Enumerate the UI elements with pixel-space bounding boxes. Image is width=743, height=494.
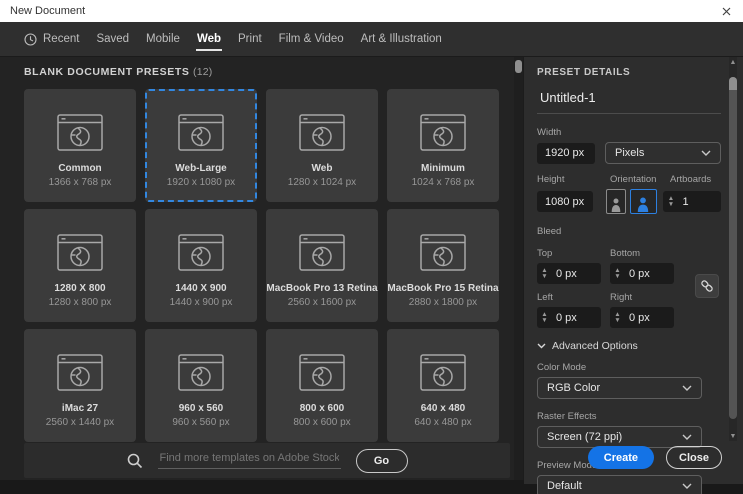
- preset-card-macbook-pro-13-retina[interactable]: MacBook Pro 13 Retina 2560 x 1600 px: [266, 209, 378, 322]
- tab-saved[interactable]: Saved: [96, 22, 129, 56]
- bleed-label: Bleed: [537, 226, 562, 237]
- bleed-top-stepper[interactable]: ▲ ▼ 0 px: [537, 263, 601, 284]
- left-scrollbar-thumb[interactable]: [515, 60, 522, 73]
- scroll-up-icon[interactable]: ▲: [729, 59, 737, 66]
- left-scrollbar[interactable]: [514, 57, 523, 480]
- preset-card-minimum[interactable]: Minimum 1024 x 768 px: [387, 89, 499, 202]
- scroll-down-icon[interactable]: ▼: [729, 433, 737, 440]
- chevron-down-icon: [537, 343, 546, 349]
- link-icon: [701, 280, 713, 292]
- preset-card-imac-27[interactable]: iMac 27 2560 x 1440 px: [24, 329, 136, 442]
- close-icon[interactable]: [719, 4, 733, 18]
- units-dropdown[interactable]: Pixels: [605, 142, 721, 164]
- chevron-down-icon: [682, 434, 692, 440]
- tab-web[interactable]: Web: [197, 22, 221, 56]
- preset-card-web[interactable]: Web 1280 x 1024 px: [266, 89, 378, 202]
- width-input[interactable]: 1920 px: [537, 142, 595, 164]
- tab-recent[interactable]: Recent: [24, 22, 79, 56]
- stepper-arrows[interactable]: ▲ ▼: [537, 267, 552, 280]
- preset-card-web-large[interactable]: Web-Large 1920 x 1080 px: [145, 89, 257, 202]
- tab-film-video[interactable]: Film & Video: [279, 22, 344, 56]
- preset-card-960-x-560[interactable]: 960 x 560 960 x 560 px: [145, 329, 257, 442]
- new-document-dialog: New Document Recent Saved Mobile Web Pri…: [0, 0, 743, 494]
- preset-card-1280-x-800[interactable]: 1280 X 800 1280 x 800 px: [24, 209, 136, 322]
- bleed-top-label: Top: [537, 248, 553, 259]
- raster-effects-label: Raster Effects: [537, 411, 597, 422]
- preset-card-macbook-pro-15-retina[interactable]: MacBook Pro 15 Retina 2880 x 1800 px: [387, 209, 499, 322]
- raster-effects-dropdown[interactable]: Screen (72 ppi): [537, 426, 702, 448]
- browser-globe-icon: [57, 234, 103, 271]
- tab-mobile[interactable]: Mobile: [146, 22, 180, 56]
- clock-icon: [24, 32, 37, 46]
- browser-globe-icon: [178, 114, 224, 151]
- title-bar: New Document: [0, 0, 743, 22]
- chevron-down-icon: [701, 150, 711, 156]
- browser-globe-icon: [299, 114, 345, 151]
- browser-globe-icon: [299, 234, 345, 271]
- panel-scrollbar[interactable]: ▲ ▼: [729, 57, 737, 441]
- bleed-right-stepper[interactable]: ▲ ▼ 0 px: [610, 307, 674, 328]
- preset-grid: Common 1366 x 768 px Web-Large 1920 x 10…: [24, 89, 514, 442]
- preview-mode-dropdown[interactable]: Default: [537, 475, 702, 494]
- browser-globe-icon: [57, 354, 103, 391]
- tab-art-illustration[interactable]: Art & Illustration: [361, 22, 442, 56]
- height-label: Height: [537, 174, 565, 185]
- preset-card-640-x-480[interactable]: 640 x 480 640 x 480 px: [387, 329, 499, 442]
- bleed-bottom-stepper[interactable]: ▲ ▼ 0 px: [610, 263, 674, 284]
- stepper-arrows[interactable]: ▲ ▼: [537, 311, 552, 324]
- stepper-arrows[interactable]: ▲ ▼: [610, 267, 625, 280]
- color-mode-dropdown[interactable]: RGB Color: [537, 377, 702, 399]
- panel-heading: PRESET DETAILS: [537, 67, 631, 78]
- category-tabbar: Recent Saved Mobile Web Print Film & Vid…: [0, 22, 743, 57]
- panel-scrollbar-thumb[interactable]: [729, 77, 737, 419]
- advanced-options-toggle[interactable]: Advanced Options: [537, 340, 721, 352]
- presets-heading: BLANK DOCUMENT PRESETS (12): [24, 66, 213, 78]
- presets-area: BLANK DOCUMENT PRESETS (12) Common 1366 …: [0, 57, 514, 480]
- preset-card-800-x-600[interactable]: 800 x 600 800 x 600 px: [266, 329, 378, 442]
- document-name-field[interactable]: Untitled-1: [537, 88, 721, 114]
- chevron-down-icon: [682, 483, 692, 489]
- stepper-arrows[interactable]: ▲ ▼: [663, 195, 678, 208]
- bleed-section: Top ▲ ▼ 0 px Left ▲ ▼ 0 px Bottom ▲ ▼ 0 …: [537, 240, 721, 328]
- portrait-icon[interactable]: [605, 189, 626, 214]
- preset-card-1440-x-900[interactable]: 1440 X 900 1440 x 900 px: [145, 209, 257, 322]
- bleed-bottom-label: Bottom: [610, 248, 641, 259]
- stepper-arrows[interactable]: ▲ ▼: [610, 311, 625, 324]
- bleed-right-label: Right: [610, 292, 633, 303]
- go-button[interactable]: Go: [355, 448, 408, 473]
- create-button[interactable]: Create: [587, 446, 655, 469]
- browser-globe-icon: [299, 354, 345, 391]
- chevron-down-icon: [682, 385, 692, 391]
- template-search-band: Go: [24, 443, 510, 478]
- close-button[interactable]: Close: [666, 446, 722, 469]
- browser-globe-icon: [57, 114, 103, 151]
- link-bleed-button[interactable]: [695, 274, 719, 298]
- landscape-icon[interactable]: [629, 189, 657, 214]
- search-icon: [127, 453, 142, 468]
- height-input[interactable]: 1080 px: [537, 191, 593, 212]
- bleed-left-stepper[interactable]: ▲ ▼ 0 px: [537, 307, 601, 328]
- browser-globe-icon: [420, 114, 466, 151]
- artboards-stepper[interactable]: ▲ ▼ 1: [663, 191, 721, 212]
- width-label: Width: [537, 127, 562, 138]
- artboards-label: Artboards: [670, 174, 712, 185]
- browser-globe-icon: [420, 354, 466, 391]
- browser-globe-icon: [178, 234, 224, 271]
- bleed-left-label: Left: [537, 292, 553, 303]
- preset-card-common[interactable]: Common 1366 x 768 px: [24, 89, 136, 202]
- presets-count: (12): [193, 66, 213, 78]
- browser-globe-icon: [420, 234, 466, 271]
- search-input[interactable]: [157, 452, 341, 469]
- preset-details-panel: PRESET DETAILS Untitled-1 Width 1920 px …: [524, 57, 743, 494]
- tab-print[interactable]: Print: [238, 22, 262, 56]
- color-mode-label: Color Mode: [537, 362, 587, 373]
- browser-globe-icon: [178, 354, 224, 391]
- orientation-label: Orientation: [610, 174, 657, 185]
- dialog-title: New Document: [10, 5, 86, 17]
